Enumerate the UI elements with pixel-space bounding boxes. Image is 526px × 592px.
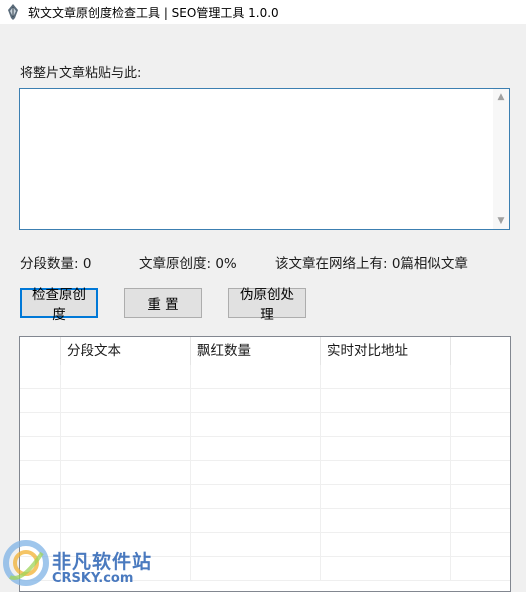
article-input[interactable] bbox=[20, 89, 493, 229]
article-input-box: ▲ ▼ bbox=[19, 88, 510, 230]
table-cell[interactable] bbox=[61, 365, 191, 389]
check-originality-button[interactable]: 检查原创度 bbox=[20, 287, 98, 323]
table-row[interactable] bbox=[20, 413, 510, 437]
table-row[interactable] bbox=[20, 365, 510, 389]
table-cell[interactable] bbox=[61, 557, 191, 581]
title-bar: 软文文章原创度检查工具 | SEO管理工具 1.0.0 bbox=[0, 0, 526, 24]
table-cell[interactable] bbox=[61, 533, 191, 557]
table-cell[interactable] bbox=[191, 461, 321, 485]
table-cell[interactable] bbox=[321, 461, 451, 485]
table-cell[interactable] bbox=[20, 389, 61, 413]
table-row[interactable] bbox=[20, 461, 510, 485]
table-cell[interactable] bbox=[321, 413, 451, 437]
table-cell[interactable] bbox=[61, 485, 191, 509]
table-row[interactable] bbox=[20, 533, 510, 557]
table-cell[interactable] bbox=[321, 485, 451, 509]
table-cell[interactable] bbox=[20, 413, 61, 437]
table-cell[interactable] bbox=[20, 485, 61, 509]
table-cell[interactable] bbox=[451, 485, 510, 509]
table-cell[interactable] bbox=[20, 437, 61, 461]
table-cell[interactable] bbox=[451, 365, 510, 389]
table-cell[interactable] bbox=[321, 557, 451, 581]
table-cell[interactable] bbox=[321, 533, 451, 557]
column-header-red-count[interactable]: 飘红数量 bbox=[191, 337, 321, 365]
table-cell[interactable] bbox=[61, 413, 191, 437]
table-cell[interactable] bbox=[191, 413, 321, 437]
table-cell[interactable] bbox=[451, 413, 510, 437]
reset-button[interactable]: 重 置 bbox=[124, 288, 202, 318]
column-header-row-indicator[interactable] bbox=[20, 337, 61, 365]
table-cell[interactable] bbox=[451, 509, 510, 533]
table-cell[interactable] bbox=[61, 437, 191, 461]
table-row[interactable] bbox=[20, 485, 510, 509]
table-header: 分段文本 飘红数量 实时对比地址 bbox=[20, 337, 510, 365]
table-cell[interactable] bbox=[20, 365, 61, 389]
table-cell[interactable] bbox=[20, 461, 61, 485]
table-cell[interactable] bbox=[20, 557, 61, 581]
table-cell[interactable] bbox=[451, 461, 510, 485]
table-row[interactable] bbox=[20, 509, 510, 533]
paste-label: 将整片文章粘贴与此: bbox=[20, 66, 142, 81]
table-cell[interactable] bbox=[191, 533, 321, 557]
table-cell[interactable] bbox=[191, 389, 321, 413]
table-cell[interactable] bbox=[451, 437, 510, 461]
table-cell[interactable] bbox=[451, 389, 510, 413]
scroll-up-icon[interactable]: ▲ bbox=[493, 89, 509, 105]
table-cell[interactable] bbox=[20, 533, 61, 557]
originality-rate: 文章原创度: 0% bbox=[139, 256, 237, 272]
similar-articles-count: 该文章在网络上有: 0篇相似文章 bbox=[275, 256, 468, 272]
table-cell[interactable] bbox=[20, 509, 61, 533]
column-header-filler bbox=[451, 337, 510, 365]
table-row[interactable] bbox=[20, 557, 510, 581]
column-header-segment-text[interactable]: 分段文本 bbox=[61, 337, 191, 365]
table-row[interactable] bbox=[20, 437, 510, 461]
scroll-down-icon[interactable]: ▼ bbox=[493, 213, 509, 229]
window-title: 软文文章原创度检查工具 | SEO管理工具 1.0.0 bbox=[28, 5, 279, 20]
table-cell[interactable] bbox=[61, 389, 191, 413]
table-cell[interactable] bbox=[451, 557, 510, 581]
table-cell[interactable] bbox=[321, 365, 451, 389]
table-cell[interactable] bbox=[191, 557, 321, 581]
results-table[interactable]: 分段文本 飘红数量 实时对比地址 bbox=[19, 336, 511, 592]
table-cell[interactable] bbox=[321, 509, 451, 533]
pseudo-original-button[interactable]: 伪原创处理 bbox=[228, 287, 306, 323]
table-cell[interactable] bbox=[191, 509, 321, 533]
article-input-scrollbar[interactable]: ▲ ▼ bbox=[493, 89, 509, 229]
app-pen-icon bbox=[8, 4, 18, 20]
table-body bbox=[20, 365, 510, 581]
table-cell[interactable] bbox=[191, 437, 321, 461]
table-cell[interactable] bbox=[191, 365, 321, 389]
table-cell[interactable] bbox=[61, 509, 191, 533]
table-row[interactable] bbox=[20, 389, 510, 413]
segment-count: 分段数量: 0 bbox=[20, 256, 92, 272]
column-header-compare-url[interactable]: 实时对比地址 bbox=[321, 337, 451, 365]
table-cell[interactable] bbox=[451, 533, 510, 557]
table-cell[interactable] bbox=[191, 485, 321, 509]
table-cell[interactable] bbox=[61, 461, 191, 485]
table-cell[interactable] bbox=[321, 437, 451, 461]
app-window: 软文文章原创度检查工具 | SEO管理工具 1.0.0 将整片文章粘贴与此: ▲… bbox=[0, 0, 526, 592]
table-cell[interactable] bbox=[321, 389, 451, 413]
